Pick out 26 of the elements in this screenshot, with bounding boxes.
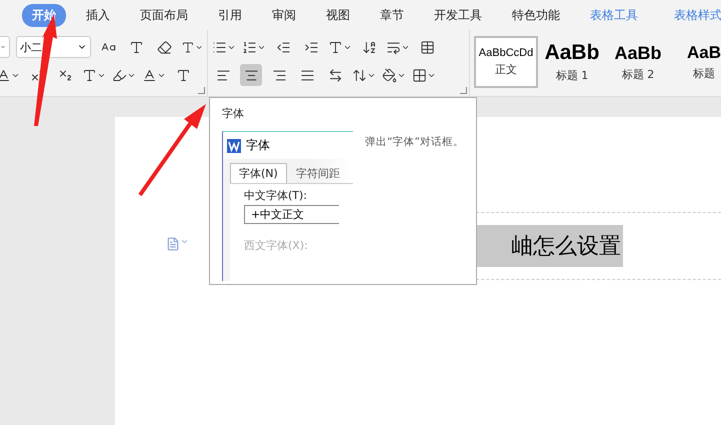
chevron-down-icon [0, 43, 6, 51]
app-logo-icon [227, 138, 241, 152]
style-preset[interactable]: AaB 标题 [672, 36, 721, 88]
style-preset[interactable]: AaBb 标题 1 [540, 36, 604, 88]
style-preset[interactable]: AaBb 标题 2 [606, 36, 670, 88]
ribbon-tab[interactable]: 开发工具 [424, 4, 492, 26]
input-field: +中文正文 [244, 205, 340, 224]
dialog-title: 字体 [246, 137, 270, 154]
style-preset[interactable]: AaBbCcDd 正文 [474, 36, 538, 88]
field-label: 西文字体(X): [244, 238, 309, 253]
ribbon-tab[interactable]: 插入 [76, 4, 120, 26]
align-button[interactable] [240, 64, 262, 86]
dialog-launcher[interactable] [198, 87, 205, 94]
field-label: 中文字体(T): [244, 188, 308, 203]
dialog-tab-label: 字符间距 [294, 166, 341, 182]
ribbon-tab[interactable]: 章节 [370, 4, 414, 26]
ribbon-tab[interactable]: 视图 [316, 4, 360, 26]
ribbon-tab[interactable]: 审阅 [262, 4, 306, 26]
ribbon-tab[interactable]: 特色功能 [502, 4, 570, 26]
document-text: 岫怎么设置 [476, 225, 623, 267]
ribbon-tab[interactable]: 页面布局 [130, 4, 198, 26]
dialog-launcher[interactable] [460, 87, 467, 94]
ribbon-tab[interactable]: 表格工具 [580, 4, 648, 26]
ribbon-tab[interactable]: 引用 [208, 4, 252, 26]
tooltip-title: 字体 [222, 106, 245, 121]
tooltip-description: 弹出“字体”对话框。 [365, 135, 464, 150]
